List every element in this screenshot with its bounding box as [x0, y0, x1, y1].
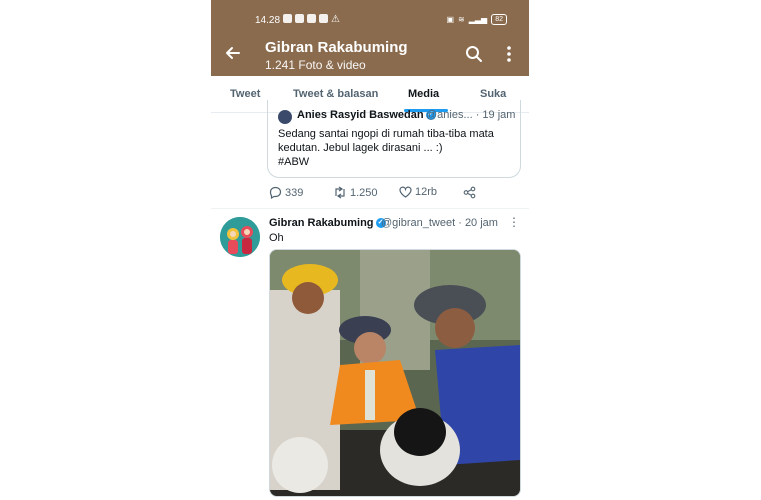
quoted-author-handle: @anies... · 19 jam [426, 109, 516, 121]
system-icons: ▣ ≋ ▂▃▅ 82 [446, 14, 507, 25]
nfc-icon: ▣ [446, 15, 455, 24]
retweet-icon [335, 186, 345, 199]
app-icon [295, 14, 304, 23]
avatar-illustration [220, 217, 260, 257]
retweet-button[interactable]: 1.250 [333, 186, 378, 199]
share-icon [463, 186, 476, 199]
more-vertical-icon[interactable]: ⋮ [508, 215, 520, 229]
notification-icon [283, 14, 292, 23]
retweet-count: 1.250 [350, 186, 378, 199]
tweet-text: Oh [269, 232, 284, 244]
notification-icons: ⚠ [283, 14, 340, 25]
reply-button[interactable]: 339 [269, 186, 303, 199]
like-count: 12rb [415, 186, 438, 198]
profile-header: 14.28 ⚠ ▣ ≋ ▂▃▅ 82 Gibran Rakabuming 1.2… [211, 0, 529, 76]
like-button[interactable]: 12rb [399, 186, 437, 198]
tweet-photo[interactable] [269, 249, 521, 497]
tab-suka[interactable]: Suka [480, 88, 506, 100]
share-button[interactable] [463, 186, 476, 199]
app-icon [307, 14, 316, 23]
hashtag-link[interactable]: #ABW [278, 155, 514, 169]
status-time: 14.28 [255, 15, 281, 26]
media-count: 1.241 Foto & video [265, 58, 366, 72]
signal-icon: ▂▃▅ [468, 15, 488, 24]
status-bar: 14.28 ⚠ ▣ ≋ ▂▃▅ 82 [211, 0, 529, 26]
battery-icon: 82 [491, 14, 507, 25]
tab-tweet[interactable]: Tweet [230, 88, 260, 100]
reply-icon [269, 186, 282, 199]
avatar[interactable] [220, 217, 260, 257]
warning-icon: ⚠ [331, 14, 340, 25]
profile-name: Gibran Rakabuming [265, 39, 408, 56]
tab-media[interactable]: Media [408, 88, 439, 100]
search-icon[interactable] [465, 45, 483, 63]
phone-screen: 14.28 ⚠ ▣ ≋ ▂▃▅ 82 Gibran Rakabuming 1.2… [211, 0, 529, 500]
avatar [278, 110, 292, 124]
tab-tweet-balasan[interactable]: Tweet & balasan [293, 88, 378, 100]
photo-image [270, 250, 520, 496]
wifi-icon: ≋ [458, 15, 465, 24]
quoted-tweet[interactable]: Anies Rasyid Baswedan ✓ @anies... · 19 ja… [267, 100, 521, 178]
tweet-author-name[interactable]: Gibran Rakabuming ✓ [269, 217, 386, 229]
app-icon [319, 14, 328, 23]
quoted-author-name: Anies Rasyid Baswedan ✓ [297, 109, 436, 121]
tweet-author-handle: @gibran_tweet · 20 jam [381, 217, 498, 229]
divider [211, 208, 529, 209]
reply-count: 339 [285, 186, 304, 199]
quoted-tweet-text: Sedang santai ngopi di rumah tiba-tiba m… [278, 127, 514, 169]
like-icon [399, 186, 412, 198]
tweet-actions: 339 1.250 12rb [269, 186, 499, 202]
back-arrow-icon[interactable] [223, 43, 243, 63]
more-vertical-icon[interactable] [501, 45, 517, 63]
